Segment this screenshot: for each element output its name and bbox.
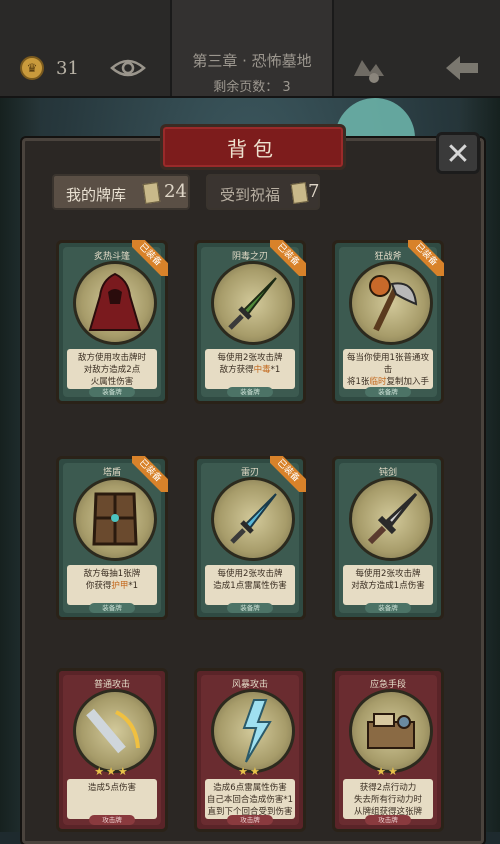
eye-icon[interactable] (110, 56, 146, 80)
card-name: 钝剑 (378, 468, 397, 478)
desc-line: 你获得护甲*1 (85, 581, 139, 591)
card-description: 每使用2张攻击牌 造成1点雷属性伤害 (205, 565, 295, 605)
card-venom-blade[interactable]: 阴毒之刃 每使用2张攻击牌 敌方获得中毒*1 装备牌 已装备 (194, 240, 306, 404)
lightning-icon (242, 699, 272, 763)
card-type: 装备牌 (89, 603, 135, 613)
tab-count: 7 (308, 181, 320, 202)
card-fire-cloak[interactable]: 炙热斗篷 敌方使用攻击牌时 对敌方造成2点 火属性伤害 装备牌 已装备 (56, 240, 168, 404)
card-blunt-sword[interactable]: 钝剑 每使用2张攻击牌 对敌方造成1点伤害 装备牌 (332, 456, 444, 620)
card-stars: ★★ (238, 765, 262, 778)
map-icon[interactable] (350, 52, 386, 84)
supplies-icon (367, 713, 415, 749)
tab-label: 我的牌库 (66, 186, 127, 204)
coin-count: 31 (56, 58, 79, 79)
chapter-panel: 第三章 · 恐怖墓地 剩余页数： 3 (170, 0, 334, 96)
panel-title-ribbon: 背包 (160, 124, 346, 170)
desc-line: 造成6点雷属性伤害 (213, 783, 287, 793)
card-thunder-blade[interactable]: 雷刃 每使用2张攻击牌 造成1点雷属性伤害 装备牌 已装备 (194, 456, 306, 620)
card-storm-attack[interactable]: 风暴攻击 ★★ 造成6点雷属性伤害 自己本回合造成伤害*1 直到下个回合受到伤害… (194, 668, 306, 832)
card-description: 敌方每抽1张牌 你获得护甲*1 (67, 565, 157, 605)
desc-line: 每使用2张攻击牌 (217, 353, 283, 363)
equipped-badge: 已装备 (270, 240, 306, 276)
card-type: 装备牌 (227, 603, 273, 613)
desc-line: 对敌方造成1点伤害 (351, 581, 425, 591)
card-type: 装备牌 (89, 387, 135, 397)
card-description: 每使用2张攻击牌 敌方获得中毒*1 (205, 349, 295, 389)
desc-line: 每使用2张攻击牌 (217, 569, 283, 579)
card-type: 攻击牌 (89, 815, 135, 825)
desc-line: 每使用2张攻击牌 (355, 569, 421, 579)
card-type: 攻击牌 (227, 815, 273, 825)
desc-line: 获得2点行动力 (359, 783, 417, 793)
equipped-badge: 已装备 (408, 240, 444, 276)
tab-my-deck[interactable]: 我的牌库 24 (52, 174, 190, 210)
tab-blessings[interactable]: 受到祝福 7 (206, 174, 320, 210)
card-normal-attack[interactable]: 普通攻击 ★★★ 造成5点伤害 攻击牌 (56, 668, 168, 832)
desc-line: 造成5点伤害 (88, 783, 136, 793)
card-name: 风暴攻击 (231, 680, 268, 690)
card-art (211, 689, 295, 773)
card-name: 普通攻击 (93, 680, 130, 690)
tab-label: 受到祝福 (220, 186, 281, 204)
card-stars: ★★★ (94, 765, 130, 778)
equipped-badge: 已装备 (132, 456, 168, 492)
desc-line: 每当你使用1张普通攻击 (347, 353, 429, 375)
card-type: 装备牌 (227, 387, 273, 397)
card-art (73, 689, 157, 773)
panel-title: 背包 (227, 137, 279, 161)
equipped-badge: 已装备 (270, 456, 306, 492)
desc-line: 造成1点雷属性伤害 (213, 581, 287, 591)
card-tower-shield[interactable]: 塔盾 敌方每抽1张牌 你获得护甲*1 装备牌 已装备 (56, 456, 168, 620)
card-name: 应急手段 (369, 680, 406, 690)
card-type: 装备牌 (365, 603, 411, 613)
card-art (349, 477, 433, 561)
card-type: 装备牌 (365, 387, 411, 397)
equipped-badge: 已装备 (132, 240, 168, 276)
slash-icon (86, 708, 140, 754)
card-description: 每当你使用1张普通攻击 将1张临时复制加入手牌 (343, 349, 433, 399)
card-description: 每使用2张攻击牌 对敌方造成1点伤害 (343, 565, 433, 605)
card-art (349, 689, 433, 773)
close-button[interactable]: ✕ (436, 132, 480, 174)
chapter-title: 第三章 · 恐怖墓地 (192, 52, 312, 70)
coin-icon: ♛ (20, 56, 44, 80)
card-stars: ★★ (376, 765, 400, 778)
desc-line: 自己本回合造成伤害*1 (206, 795, 294, 805)
card-type: 攻击牌 (365, 815, 411, 825)
card-description: 敌方使用攻击牌时 对敌方造成2点 火属性伤害 (67, 349, 157, 389)
card-description: 造成6点雷属性伤害 自己本回合造成伤害*1 直到下个回合受到伤害*1 (205, 779, 295, 829)
top-bar: ♛ 31 第三章 · 恐怖墓地 剩余页数： 3 (0, 0, 500, 98)
card-description: 获得2点行动力 失去所有行动力时 从牌组获得这张牌 (343, 779, 433, 819)
sword-icon (367, 492, 418, 545)
tab-count: 24 (164, 181, 187, 202)
desc-line: 失去所有行动力时 (353, 795, 422, 805)
desc-line: 敌方使用攻击牌时 (77, 353, 146, 363)
card-description: 造成5点伤害 (67, 779, 157, 819)
desc-line: 对敌方造成2点 (83, 365, 141, 375)
card-berserker-axe[interactable]: 狂战斧 每当你使用1张普通攻击 将1张临时复制加入手牌 装备牌 已装备 (332, 240, 444, 404)
card-emergency-measures[interactable]: 应急手段 ★★ 获得2点行动力 失去所有行动力时 从牌组获得这张牌 攻击牌 (332, 668, 444, 832)
pages-left: 剩余页数： 3 (213, 80, 291, 95)
card-icon (142, 182, 161, 204)
back-arrow-icon[interactable] (442, 52, 482, 84)
desc-line: 敌方获得中毒*1 (219, 365, 281, 375)
card-icon (290, 182, 309, 204)
desc-line: 敌方每抽1张牌 (83, 569, 141, 579)
